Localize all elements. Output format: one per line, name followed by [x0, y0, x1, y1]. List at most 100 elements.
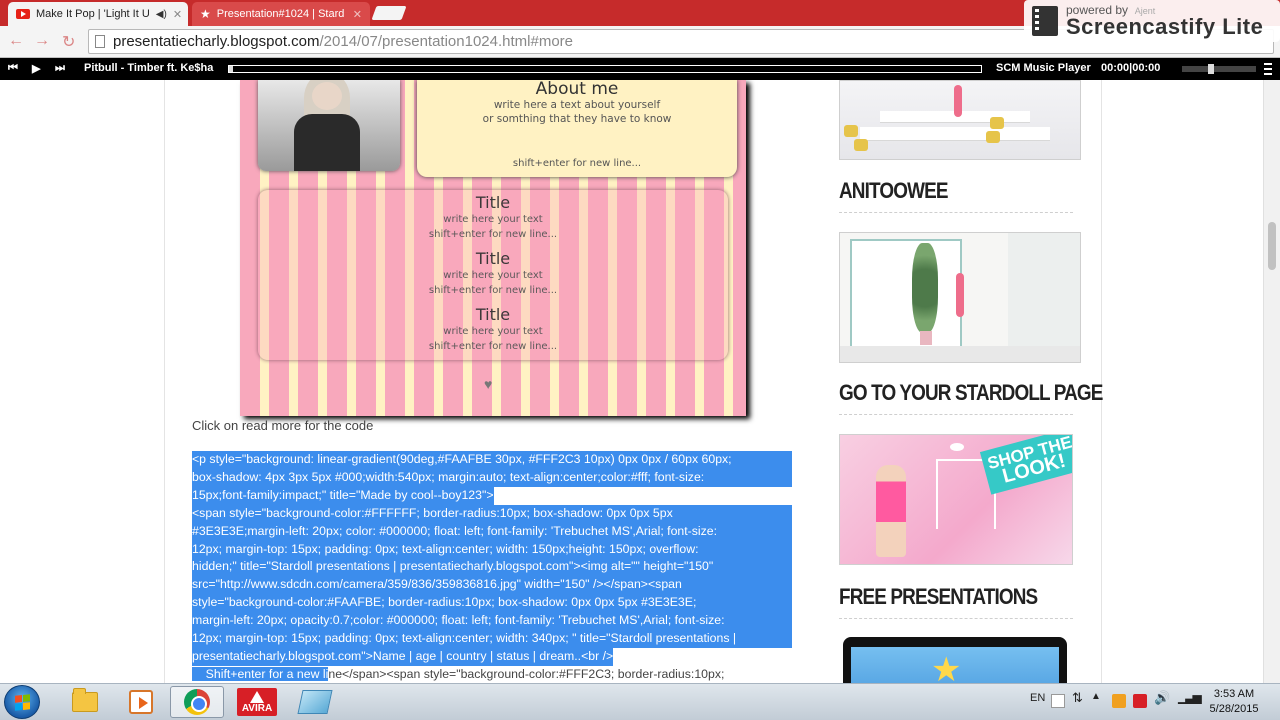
- url-host: presentatiecharly.blogspot.com: [113, 33, 320, 50]
- player-name: SCM Music Player: [996, 62, 1091, 74]
- network-icon[interactable]: ▁▃▅: [1178, 690, 1202, 704]
- code-line: 15px;font-family:impact;" title="Made by…: [192, 486, 494, 505]
- previous-track-icon[interactable]: ⏮: [8, 62, 18, 75]
- folder-icon: [72, 688, 98, 712]
- code-line: #3E3E3E;margin-left: 20px; color: #00000…: [192, 522, 792, 541]
- language-indicator[interactable]: EN: [1030, 692, 1045, 704]
- code-line-partial-selection: Shift+enter for a new line</span><span s…: [192, 666, 724, 683]
- block-text: write here your text: [443, 270, 543, 281]
- tray-flag-icon[interactable]: ⇅: [1072, 690, 1083, 706]
- block-hint: shift+enter for new line...: [428, 285, 558, 296]
- code-line: hidden;" title="Stardoll presentations |…: [192, 558, 792, 577]
- code-line: 12px; margin-top: 15px; padding: 0px; te…: [192, 630, 792, 648]
- taskbar-avira[interactable]: AVIRA: [230, 686, 284, 718]
- avira-tray-icon[interactable]: [1133, 694, 1147, 708]
- keyboard-icon[interactable]: [1051, 694, 1065, 708]
- title-block: Title write here your text shift+enter f…: [258, 194, 728, 242]
- code-line: src="http://www.sdcdn.com/camera/359/836…: [192, 576, 792, 595]
- music-player-bar: ⏮ ▶ ⏭ Pitbull - Timber ft. Ke$ha SCM Mus…: [0, 58, 1280, 80]
- title-block: Title write here your text shift+enter f…: [258, 306, 728, 354]
- sidebar-divider: [839, 212, 1073, 213]
- block-title: Title: [475, 193, 511, 212]
- sidebar-image-laptop[interactable]: ★: [843, 637, 1067, 683]
- volume-icon[interactable]: 🔊: [1154, 690, 1170, 706]
- volume-knob[interactable]: [1208, 64, 1214, 74]
- sidebar-heading-free-presentations: FREE PRESENTATIONS: [839, 584, 1038, 609]
- about-hint: shift+enter for new line...: [512, 158, 642, 169]
- star-icon: ★: [200, 7, 211, 21]
- sidebar-divider: [839, 618, 1073, 619]
- youtube-icon: [16, 9, 30, 19]
- sidebar-heading-anitoowee: ANITOOWEE: [839, 178, 948, 203]
- sidebar-image-shop-the-look[interactable]: SHOP THE LOOK!: [839, 434, 1073, 565]
- avira-icon: AVIRA: [237, 688, 277, 716]
- code-line: presentatiecharly.blogspot.com">Name | a…: [192, 647, 614, 666]
- presentation-preview: About me write here a text about yoursel…: [240, 80, 746, 416]
- block-title: Title: [475, 305, 511, 324]
- film-icon: [1032, 6, 1058, 36]
- taskbar-chrome[interactable]: [170, 686, 224, 718]
- page-scrollbar[interactable]: [1263, 80, 1280, 683]
- avira-label: AVIRA: [241, 703, 273, 714]
- track-progress-bar[interactable]: [228, 65, 982, 73]
- tab-title: Make It Pop | 'Light It U: [36, 8, 150, 20]
- tab-presentation[interactable]: ★ Presentation#1024 | Stard ✕: [192, 2, 370, 26]
- media-player-icon: [129, 690, 153, 714]
- page-icon: [95, 35, 105, 48]
- selected-code-text: Shift+enter for a new li: [192, 666, 329, 681]
- system-clock[interactable]: 3:53 AM 5/28/2015: [1198, 687, 1270, 717]
- player-time: 00:00|00:00: [1101, 62, 1161, 74]
- block-hint: shift+enter for new line...: [428, 229, 558, 240]
- block-text: write here your text: [443, 214, 543, 225]
- about-title: About me: [535, 80, 619, 99]
- tray-app-icon[interactable]: [1112, 694, 1126, 708]
- new-tab-button[interactable]: [371, 6, 407, 20]
- tab-youtube[interactable]: Make It Pop | 'Light It U ◀) ✕: [8, 2, 188, 26]
- forward-arrow-icon[interactable]: →: [34, 32, 50, 50]
- taskbar-media-player[interactable]: [114, 686, 168, 718]
- block-title: Title: [475, 249, 511, 268]
- taskbar-explorer[interactable]: [58, 686, 112, 718]
- windows-taskbar: AVIRA EN ⇅ ▲ 🔊 ▁▃▅ 3:53 AM 5/28/2015: [0, 683, 1280, 720]
- sidebar-divider: [839, 414, 1073, 415]
- screencastify-brand: Screencastify Lite: [1066, 14, 1264, 39]
- play-icon[interactable]: ▶: [32, 62, 40, 75]
- tab-title: Presentation#1024 | Stard: [216, 8, 345, 20]
- about-text-2: or somthing that they have to know: [482, 113, 672, 125]
- back-arrow-icon[interactable]: ←: [8, 32, 24, 50]
- app-window-icon: [297, 690, 333, 714]
- player-menu-icon[interactable]: [1264, 63, 1272, 75]
- close-icon[interactable]: ✕: [173, 8, 182, 21]
- shop-banner: SHOP THE LOOK!: [979, 435, 1072, 495]
- sidebar-heading-stardoll-page: GO TO YOUR STARDOLL PAGE: [839, 380, 1103, 405]
- block-hint: shift+enter for new line...: [428, 341, 558, 352]
- avatar-image: [258, 80, 400, 171]
- audio-playing-icon: ◀): [155, 8, 167, 20]
- start-button[interactable]: [4, 685, 40, 719]
- track-title: Pitbull - Timber ft. Ke$ha: [84, 62, 214, 74]
- screen: Make It Pop | 'Light It U ◀) ✕ ★ Present…: [0, 0, 1280, 720]
- code-line: style="background-color:#FAAFBE; border-…: [192, 594, 792, 613]
- unselected-code-text: ne</span><span style="background-color:#…: [328, 666, 725, 681]
- sidebar-image-runway[interactable]: [839, 80, 1081, 160]
- show-hidden-icons-icon[interactable]: ▲: [1091, 691, 1101, 702]
- code-line: <p style="background: linear-gradient(90…: [192, 451, 792, 469]
- next-track-icon[interactable]: ⏭: [55, 62, 65, 75]
- heart-icon: ♥: [484, 376, 493, 392]
- taskbar-app[interactable]: [288, 686, 342, 718]
- block-text: write here your text: [443, 326, 543, 337]
- url-path: /2014/07/presentation1024.html#more: [319, 33, 574, 50]
- sidebar-image-room[interactable]: [839, 232, 1081, 363]
- volume-slider[interactable]: [1182, 64, 1256, 74]
- about-me-box: About me write here a text about yoursel…: [417, 80, 737, 177]
- code-block[interactable]: <p style="background: linear-gradient(90…: [192, 451, 792, 683]
- code-line: box-shadow: 4px 3px 5px #000;width:540px…: [192, 468, 792, 487]
- close-icon[interactable]: ✕: [353, 8, 362, 21]
- chrome-icon: [184, 689, 210, 715]
- screencastify-watermark: powered by Ajent Screencastify Lite: [1024, 0, 1280, 42]
- read-more-note: Click on read more for the code: [192, 418, 374, 433]
- code-line: 12px; margin-top: 15px; padding: 0px; te…: [192, 540, 792, 559]
- scrollbar-thumb[interactable]: [1268, 222, 1276, 270]
- page-content: About me write here a text about yoursel…: [0, 80, 1280, 683]
- reload-icon[interactable]: ↻: [62, 32, 75, 52]
